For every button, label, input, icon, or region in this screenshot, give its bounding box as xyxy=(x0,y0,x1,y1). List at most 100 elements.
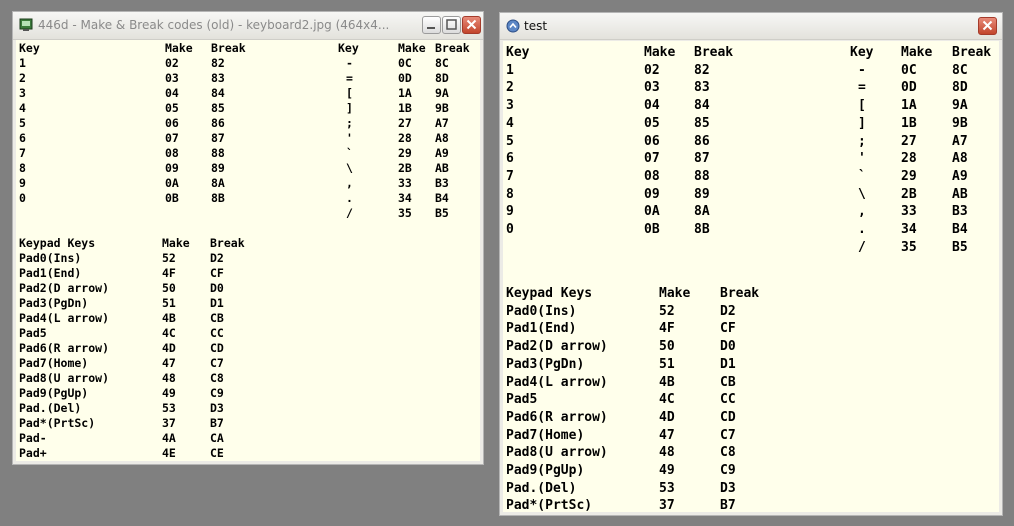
keypad-table-cell-key: Pad2(D arrow) xyxy=(506,339,608,355)
image-content: Key Make Break 1 02 82 2 03 83 3 04 84 4 05 85 5 06 86 6 07… xyxy=(16,40,480,461)
key-table-cell-make: 07 xyxy=(165,131,179,145)
key-table-cell-break: 86 xyxy=(694,133,710,149)
close-button[interactable] xyxy=(978,17,997,35)
symbol-table-cell-make: 0D xyxy=(901,80,917,96)
key-table-cell-key: 1 xyxy=(19,56,26,70)
symbol-table-cell-key: ] xyxy=(858,115,866,131)
keypad-table-cell-make: 4F xyxy=(162,266,176,280)
symbol-table-cell-key: - xyxy=(346,56,353,70)
close-button[interactable] xyxy=(462,16,481,34)
key-table-cell-key: 7 xyxy=(506,168,514,184)
keypad-table-cell-make: 4B xyxy=(162,311,176,325)
symbol-table-header-make: Make xyxy=(398,41,426,55)
keypad-table-cell-break: CB xyxy=(210,311,224,325)
minimize-button[interactable] xyxy=(422,16,441,34)
symbol-table-cell-make: 1A xyxy=(901,98,917,114)
keypad-table-cell-make: 4D xyxy=(162,341,176,355)
key-table-cell-make: 0A xyxy=(644,204,660,220)
maximize-button[interactable] xyxy=(442,16,461,34)
symbol-table-cell-key: ` xyxy=(346,146,353,160)
close-icon xyxy=(982,20,993,31)
key-table-cell-key: 5 xyxy=(506,133,514,149)
key-table-cell-make: 04 xyxy=(165,86,179,100)
keypad-table-cell-make: 50 xyxy=(659,339,675,355)
keypad-table-cell-break: CC xyxy=(720,392,736,408)
title-bar[interactable]: 446d - Make & Break codes (old) - keyboa… xyxy=(13,12,483,40)
text-content: Key Make Break 1 02 82 2 03 83 3 04 84 4 05 85 5 06 86 6 07… xyxy=(503,41,999,512)
title-bar[interactable]: test xyxy=(500,13,1002,40)
symbol-table-cell-make: 29 xyxy=(901,168,917,184)
symbol-table-header-break: Break xyxy=(435,41,470,55)
close-icon xyxy=(466,19,477,30)
keypad-table-cell-break: D2 xyxy=(720,303,736,319)
image-viewer-window: 446d - Make & Break codes (old) - keyboa… xyxy=(12,11,484,465)
key-table-cell-key: 8 xyxy=(19,161,26,175)
keypad-table-cell-key: Pad*(PrtSc) xyxy=(506,498,593,512)
symbol-table-cell-make: 1A xyxy=(398,86,412,100)
keypad-table-cell-break: CA xyxy=(210,431,224,445)
keypad-table-cell-key: Pad.(Del) xyxy=(19,401,82,415)
key-table-cell-break: 87 xyxy=(694,151,710,167)
keypad-table-cell-break: D1 xyxy=(210,296,224,310)
key-table-cell-make: 0A xyxy=(165,176,179,190)
keypad-table-cell-make: 51 xyxy=(659,356,675,372)
keypad-table-cell-make: 4E xyxy=(162,446,176,460)
symbol-table-cell-break: B4 xyxy=(952,222,968,237)
keypad-table-cell-break: D1 xyxy=(720,356,736,372)
keypad-table-cell-make: 50 xyxy=(162,281,176,295)
key-table-header-make: Make xyxy=(644,45,676,60)
symbol-table-cell-key: \ xyxy=(858,186,866,202)
keypad-table-cell-make: 52 xyxy=(659,303,675,319)
symbol-table-cell-make: 33 xyxy=(398,176,412,190)
symbol-table-cell-key: ; xyxy=(858,133,866,149)
key-table-cell-make: 02 xyxy=(165,56,179,70)
keypad-table-cell-break: D0 xyxy=(210,281,224,295)
symbol-table-cell-make: 35 xyxy=(901,239,917,255)
symbol-table-cell-break: 8C xyxy=(952,62,968,78)
symbol-table-cell-break: AB xyxy=(952,186,968,202)
key-table-cell-make: 09 xyxy=(644,186,660,202)
keypad-table-cell-break: CC xyxy=(210,326,224,340)
key-table-cell-make: 08 xyxy=(644,168,660,184)
keypad-table-cell-break: C7 xyxy=(210,356,224,370)
symbol-table-cell-break: 9A xyxy=(952,98,968,114)
keypad-table-cell-key: Pad1(End) xyxy=(19,266,82,280)
keypad-table-cell-break: B7 xyxy=(720,498,736,512)
keypad-table-cell-break: D0 xyxy=(720,339,736,355)
keypad-table-header-break: Break xyxy=(720,286,760,301)
key-table-cell-break: 83 xyxy=(694,80,710,96)
keypad-table-cell-make: 53 xyxy=(162,401,176,415)
symbol-table-cell-make: 2B xyxy=(398,161,412,175)
keypad-table-cell-break: CD xyxy=(210,341,224,355)
symbol-table-cell-break: A7 xyxy=(435,116,449,130)
keypad-table-cell-break: D2 xyxy=(210,251,224,265)
keypad-table-cell-key: Pad2(D arrow) xyxy=(19,281,110,295)
keypad-table-cell-break: D3 xyxy=(210,401,224,415)
symbol-table-cell-break: A8 xyxy=(435,131,449,145)
keypad-table-cell-key: Pad4(L arrow) xyxy=(506,374,608,390)
key-table-cell-break: 87 xyxy=(211,131,225,145)
key-table-cell-key: 5 xyxy=(19,116,26,130)
key-table-cell-make: 03 xyxy=(165,71,179,85)
keypad-table-cell-key: Pad0(Ins) xyxy=(19,251,82,265)
keypad-table-header-make: Make xyxy=(162,236,190,250)
symbol-table-cell-key: , xyxy=(858,204,866,220)
key-table-cell-make: 0B xyxy=(165,191,179,205)
symbol-table-cell-make: 34 xyxy=(901,222,917,237)
key-table-cell-key: 4 xyxy=(19,101,26,115)
keypad-table-cell-break: C7 xyxy=(720,427,736,443)
keypad-table-cell-key: Pad0(Ins) xyxy=(506,303,577,319)
key-table-cell-break: 84 xyxy=(694,98,710,114)
keypad-table-cell-make: 4D xyxy=(659,409,675,425)
keypad-table-cell-key: Pad3(PgDn) xyxy=(19,296,89,310)
symbol-table-cell-key: ] xyxy=(346,101,353,115)
keypad-table-cell-make: 4F xyxy=(659,321,675,337)
key-table-cell-key: 3 xyxy=(19,86,26,100)
key-table-cell-key: 0 xyxy=(506,222,514,237)
symbol-table-cell-key: [ xyxy=(858,98,866,114)
key-table-cell-key: 3 xyxy=(506,98,514,114)
key-table-cell-key: 9 xyxy=(506,204,514,220)
keypad-table-cell-make: 37 xyxy=(162,416,176,430)
symbol-table-cell-break: B5 xyxy=(435,206,449,220)
symbol-table-cell-make: 28 xyxy=(398,131,412,145)
